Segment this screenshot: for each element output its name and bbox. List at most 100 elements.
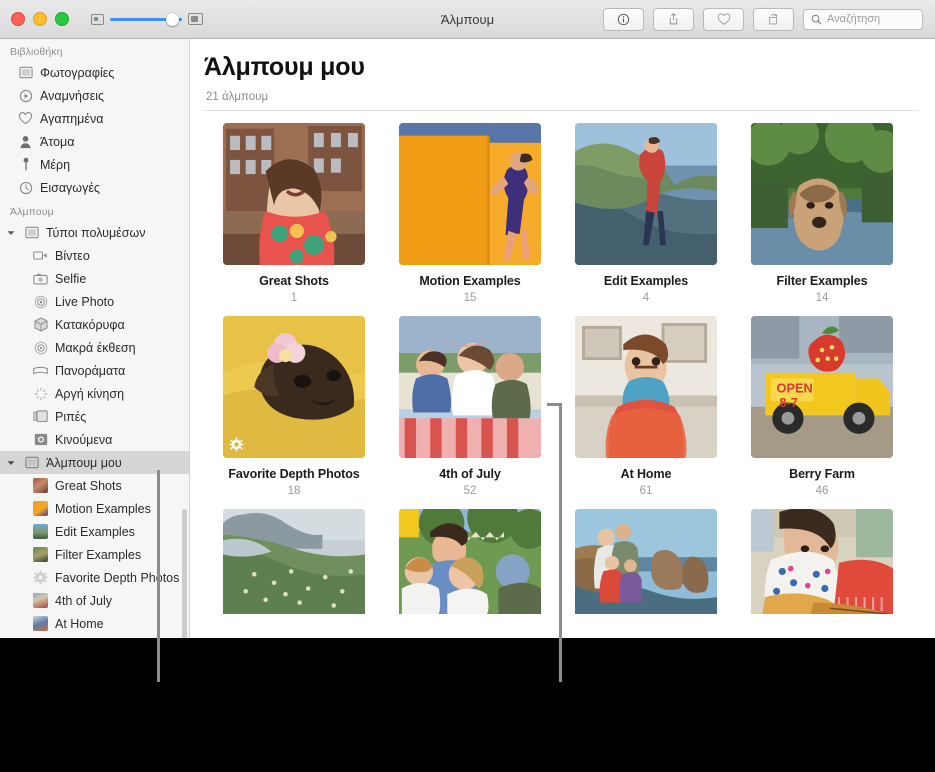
album-name: Favorite Depth Photos [228,467,359,481]
sidebar-item-panoramas[interactable]: Πανοράματα [0,359,189,382]
sidebar-item-favorites[interactable]: Αγαπημένα [0,107,189,130]
sidebar-item-memories[interactable]: Αναμνήσεις [0,84,189,107]
album-item-count: 4 [643,292,649,304]
sidebar-item-live-photo[interactable]: Live Photo [0,290,189,313]
album-thumbnail[interactable] [751,509,893,614]
album-thumbnail[interactable] [751,123,893,265]
minimize-button[interactable] [33,12,47,26]
sidebar-item-imports[interactable]: Εισαγωγές [0,176,189,199]
sidebar-item-4th-of-july[interactable]: 4th of July [0,589,189,612]
info-button[interactable] [603,8,644,31]
sidebar-item-bursts[interactable]: Ριπές [0,405,189,428]
album-cell[interactable]: Favorite Depth Photos 18 [206,316,382,497]
photo-4th-of-july [399,316,541,458]
slider-knob[interactable] [166,13,179,26]
sidebar-item-places[interactable]: Μέρη [0,153,189,176]
sidebar-item-edit-examples[interactable]: Edit Examples [0,520,189,543]
album-cell[interactable] [734,509,910,614]
sidebar-item-animated[interactable]: Κινούμενα [0,428,189,451]
album-thumbnail[interactable]: OPEN8-7 [751,316,893,458]
sidebar-item-favorite-depth-photos[interactable]: Favorite Depth Photos [0,566,189,589]
album-thumb-edit-examples-icon [33,524,48,539]
album-item-count: 46 [816,485,829,497]
album-thumbnail[interactable] [399,316,541,458]
thumbnail-size-slider[interactable] [110,12,182,26]
photo-favorite-depth-photos [223,316,365,458]
sidebar-item-label: Live Photo [55,295,114,309]
album-thumbnail[interactable] [575,316,717,458]
albums-grid: Great Shots 1 [190,111,935,626]
close-button[interactable] [11,12,25,26]
sidebar-item-videos[interactable]: Βίντεο [0,244,189,267]
album-thumbnail[interactable] [223,316,365,458]
favorite-button[interactable] [703,8,744,31]
photo-edit-examples [575,123,717,265]
svg-text:8-7: 8-7 [779,395,797,410]
sidebar-item-label: Selfie [55,272,86,286]
album-item-count: 18 [288,485,301,497]
album-thumbnail[interactable] [399,123,541,265]
sidebar-item-label: Μακρά έκθεση [55,341,136,355]
info-circle-icon [617,13,630,26]
sidebar-item-slow-motion[interactable]: Αργή κίνηση [0,382,189,405]
sidebar-item-long-exposure[interactable]: Μακρά έκθεση [0,336,189,359]
album-cell[interactable]: Edit Examples 4 [558,123,734,304]
album-item-count: 52 [464,485,477,497]
album-thumbnail[interactable] [223,123,365,265]
sidebar-item-at-home[interactable]: At Home [0,612,189,635]
sidebar-item-label: Εισαγωγές [40,181,100,195]
svg-text:OPEN: OPEN [777,381,813,396]
album-name: Berry Farm [789,467,855,481]
gear-icon [229,437,244,452]
search-input[interactable]: Αναζήτηση [803,9,923,30]
sidebar-item-label: 4th of July [55,594,112,608]
album-thumb-filter-examples-icon [33,547,48,562]
zoom-button[interactable] [55,12,69,26]
share-button[interactable] [653,8,694,31]
chevron-down-icon[interactable] [6,230,15,236]
album-thumbnail[interactable] [223,509,365,614]
sidebar-item-filter-examples[interactable]: Filter Examples [0,543,189,566]
sidebar-item-media-types[interactable]: Τύποι πολυμέσων [0,221,189,244]
album-count: 21 άλμπουμ [206,91,935,103]
album-cell[interactable] [558,509,734,614]
sidebar-item-label: Motion Examples [55,502,151,516]
sidebar-item-motion-examples[interactable]: Motion Examples [0,497,189,520]
sidebar-item-my-albums[interactable]: Άλμπουμ μου [0,451,189,474]
album-cell[interactable]: 4th of July 52 [382,316,558,497]
chevron-down-icon[interactable] [6,460,15,466]
traffic-lights [11,12,69,26]
album-cell[interactable]: At Home 61 [558,316,734,497]
album-thumbnail[interactable] [575,509,717,614]
small-thumbnail-icon [91,14,104,25]
sidebar-item-label: Πανοράματα [55,364,125,378]
burst-icon [33,409,48,424]
thumbnail-size-slider-group [91,12,203,26]
album-thumb-at-home-icon [33,616,48,631]
album-cell[interactable]: OPEN8-7 Berry Farm 46 [734,316,910,497]
search-placeholder: Αναζήτηση [827,13,880,25]
album-cell[interactable]: Great Shots 1 [206,123,382,304]
sidebar-item-label: Ριπές [55,410,86,424]
sidebar-item-label: Edit Examples [55,525,135,539]
album-thumbnail[interactable] [575,123,717,265]
sidebar-item-selfies[interactable]: Selfie [0,267,189,290]
sidebar-item-portrait[interactable]: Κατακόρυφα [0,313,189,336]
album-thumb-motion-examples-icon [33,501,48,516]
sidebar-item-people[interactable]: Άτομα [0,130,189,153]
album-thumbnail[interactable] [399,509,541,614]
folder-icon [24,225,39,240]
sidebar-scrollbar[interactable] [182,509,187,638]
sidebar-item-great-shots[interactable]: Great Shots [0,474,189,497]
sidebar-item-label: Τύποι πολυμέσων [46,226,145,240]
sidebar-item-photos[interactable]: Φωτογραφίες [0,61,189,84]
rotate-button[interactable] [753,8,794,31]
panorama-icon [33,363,48,378]
album-cell[interactable]: Filter Examples 14 [734,123,910,304]
photos-icon [18,65,33,80]
sidebar-item-label: Άλμπουμ μου [46,456,122,470]
album-cell[interactable] [206,509,382,614]
album-cell[interactable] [382,509,558,614]
animated-icon [33,432,48,447]
album-cell[interactable]: Motion Examples 15 [382,123,558,304]
